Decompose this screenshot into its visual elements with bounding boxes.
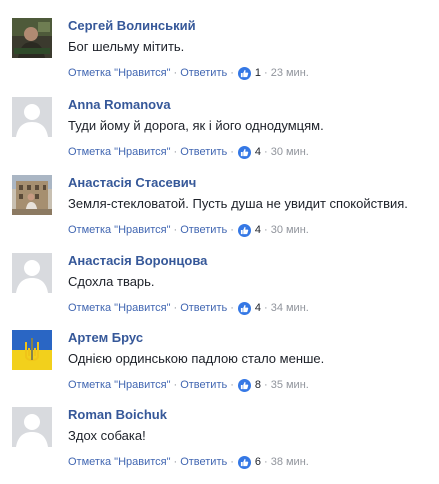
like-link[interactable]: Отметка "Нравится" xyxy=(68,146,171,158)
like-count[interactable]: 1 xyxy=(255,67,261,79)
like-link[interactable]: Отметка "Нравится" xyxy=(68,224,171,236)
like-link[interactable]: Отметка "Нравится" xyxy=(68,456,171,468)
avatar[interactable] xyxy=(12,18,52,58)
thumbs-up-icon[interactable] xyxy=(237,66,251,80)
like-count[interactable]: 6 xyxy=(255,456,261,468)
comment-actions: Отметка "Нравится" · Ответить · 4 · 34 мин. xyxy=(68,301,309,315)
separator-dot: · xyxy=(230,302,234,314)
reply-link[interactable]: Ответить xyxy=(180,146,227,158)
like-count[interactable]: 4 xyxy=(255,146,261,158)
comment-text: Бог шельму мітить. xyxy=(68,39,185,54)
avatar[interactable] xyxy=(12,330,52,370)
comment-timestamp[interactable]: 23 мин. xyxy=(271,67,309,79)
comment-actions: Отметка "Нравится" · Ответить · 4 · 30 мин. xyxy=(68,145,309,159)
comment-author[interactable]: Артем Брус xyxy=(68,330,143,345)
comment-text: Земля-стекловатой. Пусть душа не увидит … xyxy=(68,196,408,211)
reply-link[interactable]: Ответить xyxy=(180,456,227,468)
comment-author[interactable]: Анастасія Воронцова xyxy=(68,253,207,268)
comment-timestamp[interactable]: 34 мин. xyxy=(271,302,309,314)
like-count[interactable]: 4 xyxy=(255,302,261,314)
separator-dot: · xyxy=(264,379,268,391)
reply-link[interactable]: Ответить xyxy=(180,224,227,236)
avatar[interactable] xyxy=(12,407,52,447)
separator-dot: · xyxy=(173,379,178,391)
thumbs-up-icon[interactable] xyxy=(237,223,251,237)
comment-actions: Отметка "Нравится" · Ответить · 4 · 30 мин. xyxy=(68,223,309,237)
separator-dot: · xyxy=(264,224,268,236)
reply-link[interactable]: Ответить xyxy=(180,302,227,314)
comment-text: Здох собака! xyxy=(68,428,146,443)
like-count[interactable]: 8 xyxy=(255,379,261,391)
separator-dot: · xyxy=(230,379,234,391)
separator-dot: · xyxy=(230,224,234,236)
like-link[interactable]: Отметка "Нравится" xyxy=(68,302,171,314)
separator-dot: · xyxy=(173,302,178,314)
separator-dot: · xyxy=(264,456,268,468)
separator-dot: · xyxy=(173,224,178,236)
separator-dot: · xyxy=(173,67,178,79)
comment-author[interactable]: Сергей Волинський xyxy=(68,18,196,33)
avatar[interactable] xyxy=(12,97,52,137)
thumbs-up-icon[interactable] xyxy=(237,455,251,469)
comment-timestamp[interactable]: 30 мин. xyxy=(271,224,309,236)
comment-author[interactable]: Roman Boichuk xyxy=(68,407,167,422)
separator-dot: · xyxy=(173,456,178,468)
comment-author[interactable]: Анастасія Стасевич xyxy=(68,175,196,190)
separator-dot: · xyxy=(230,146,234,158)
comments-list: Сергей Волинський Бог шельму мітить. Отмет… xyxy=(0,0,439,484)
comment-author[interactable]: Anna Romanova xyxy=(68,97,171,112)
thumbs-up-icon[interactable] xyxy=(237,145,251,159)
separator-dot: · xyxy=(264,302,268,314)
reply-link[interactable]: Ответить xyxy=(180,67,227,79)
comment-timestamp[interactable]: 38 мин. xyxy=(271,456,309,468)
avatar[interactable] xyxy=(12,175,52,215)
reply-link[interactable]: Ответить xyxy=(180,379,227,391)
like-link[interactable]: Отметка "Нравится" xyxy=(68,67,171,79)
comment-text: Однією ординською падлою стало менше. xyxy=(68,351,325,366)
thumbs-up-icon[interactable] xyxy=(237,301,251,315)
like-link[interactable]: Отметка "Нравится" xyxy=(68,379,171,391)
like-count[interactable]: 4 xyxy=(255,224,261,236)
comment-text: Сдохла тварь. xyxy=(68,274,155,289)
thumbs-up-icon[interactable] xyxy=(237,378,251,392)
comment-text: Туди йому й дорога, як і його однодумцям… xyxy=(68,118,324,133)
separator-dot: · xyxy=(264,146,268,158)
separator-dot: · xyxy=(230,67,234,79)
avatar[interactable] xyxy=(12,253,52,293)
comment-actions: Отметка "Нравится" · Ответить · 1 · 23 мин. xyxy=(68,66,309,80)
separator-dot: · xyxy=(230,456,234,468)
comment-actions: Отметка "Нравится" · Ответить · 6 · 38 мин. xyxy=(68,455,309,469)
separator-dot: · xyxy=(264,67,268,79)
comment-timestamp[interactable]: 30 мин. xyxy=(271,146,309,158)
comment-timestamp[interactable]: 35 мин. xyxy=(271,379,309,391)
comment-actions: Отметка "Нравится" · Ответить · 8 · 35 мин. xyxy=(68,378,309,392)
separator-dot: · xyxy=(173,146,178,158)
